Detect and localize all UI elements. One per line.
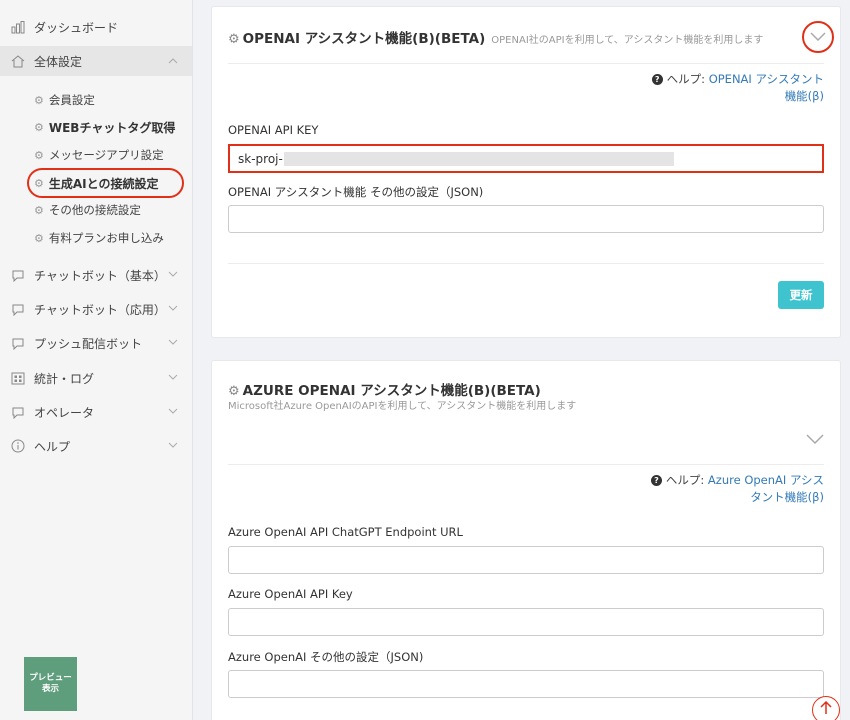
bar-chart-icon (10, 19, 26, 35)
chevron-down-icon (806, 433, 824, 447)
sub-item-message-app[interactable]: ⚙ メッセージアプリ設定 (34, 145, 164, 165)
preview-button[interactable]: プレビュー 表示 (24, 657, 77, 711)
question-icon: ? (651, 74, 663, 85)
gear-icon: ⚙ (228, 32, 240, 47)
help-link-cont[interactable]: タント機能(β) (651, 489, 824, 506)
question-icon: ? (650, 475, 662, 486)
nav-label: ヘルプ (34, 439, 71, 454)
chevron-down-icon (168, 303, 178, 314)
gear-icon: ⚙ (34, 203, 44, 217)
gear-icon: ⚙ (228, 384, 240, 399)
arrow-up-icon (820, 700, 832, 719)
sub-item-web-chat-tag[interactable]: ⚙ WEBチャットタグ取得 (34, 117, 175, 137)
nav-label: プッシュ配信ボット (34, 336, 143, 351)
divider (228, 63, 824, 64)
help-link[interactable]: Azure OpenAI アシス (708, 473, 824, 487)
update-button[interactable]: 更新 (778, 281, 824, 309)
card-header: ⚙ AZURE OPENAI アシスタント機能(B)(BETA) Microso… (228, 379, 818, 415)
azure-api-key-label: Azure OpenAI API Key (228, 587, 353, 601)
card-header: ⚙ OPENAI アシスタント機能(B)(BETA) OPENAI社のAPIを利… (228, 27, 818, 47)
openai-assistant-card: ⚙ OPENAI アシスタント機能(B)(BETA) OPENAI社のAPIを利… (211, 6, 841, 338)
nav-label: 統計・ログ (34, 371, 95, 386)
azure-json-settings-label: Azure OpenAI その他の設定（JSON) (228, 650, 424, 664)
chat-bubble-icon (10, 404, 26, 420)
help-prefix: ヘルプ: (665, 473, 705, 487)
json-settings-input[interactable] (228, 205, 824, 233)
collapse-toggle[interactable] (802, 21, 834, 53)
gear-icon: ⚙ (34, 148, 44, 162)
help-link-cont[interactable]: 機能(β) (652, 88, 824, 105)
highlight-circle (27, 168, 184, 198)
nav-operator[interactable]: オペレータ (0, 397, 192, 427)
gear-icon: ⚙ (34, 231, 44, 245)
sub-item-label: メッセージアプリ設定 (48, 148, 164, 162)
sub-item-label: 有料プランお申し込み (48, 231, 164, 245)
chat-bubble-icon (10, 335, 26, 351)
endpoint-label: Azure OpenAI API ChatGPT Endpoint URL (228, 525, 463, 539)
azure-api-key-input[interactable] (228, 608, 824, 636)
sub-item-label: その他の接続設定 (48, 203, 141, 217)
nav-general-settings-label: 全体設定 (34, 54, 83, 69)
api-key-input[interactable]: sk-proj- (228, 144, 824, 173)
api-key-label: OPENAI API KEY (228, 123, 319, 137)
azure-json-settings-input[interactable] (228, 670, 824, 698)
card-description: OPENAI社のAPIを利用して、アシスタント機能を利用します (491, 35, 764, 46)
help-prefix: ヘルプ: (666, 72, 706, 86)
endpoint-input[interactable] (228, 546, 824, 574)
nav-label: オペレータ (34, 405, 95, 420)
chat-bubble-icon (10, 301, 26, 317)
nav-dashboard-label: ダッシュボード (34, 20, 119, 35)
chevron-up-icon (168, 55, 178, 66)
preview-label-line1: プレビュー (29, 672, 72, 683)
nav-label: チャットボット（基本） (34, 268, 166, 283)
chevron-down-icon (810, 30, 826, 44)
nav-help[interactable]: ヘルプ (0, 431, 192, 461)
help-link-block: ? ヘルプ: Azure OpenAI アシス タント機能(β) (650, 472, 824, 506)
gear-icon: ⚙ (34, 120, 44, 134)
json-settings-label: OPENAI アシスタント機能 その他の設定（JSON) (228, 185, 484, 199)
sidebar: ダッシュボード 全体設定 ⚙ 会員設定 ⚙ WEBチャットタグ取得 ⚙ メッセー… (0, 0, 193, 720)
chevron-down-icon (168, 269, 178, 280)
sub-item-paid-plan[interactable]: ⚙ 有料プランお申し込み (34, 228, 164, 248)
card-title: OPENAI アシスタント機能(B)(BETA) (242, 31, 486, 47)
card-description: Microsoft社Azure OpenAIのAPIを利用して、アシスタント機能… (228, 401, 577, 412)
sub-item-label: WEBチャットタグ取得 (48, 120, 176, 135)
divider (228, 464, 824, 465)
gear-icon: ⚙ (34, 93, 44, 107)
nav-chatbot-advanced[interactable]: チャットボット（応用） (0, 294, 192, 324)
nav-label: チャットボット（応用） (34, 302, 166, 317)
chevron-down-icon (168, 337, 178, 348)
chevron-down-icon (168, 372, 178, 383)
help-link-block: ? ヘルプ: OPENAI アシスタント 機能(β) (651, 71, 824, 105)
sub-item-member-settings[interactable]: ⚙ 会員設定 (34, 90, 95, 110)
chevron-down-icon (168, 440, 178, 451)
nav-stats-log[interactable]: 統計・ログ (0, 363, 192, 393)
sub-item-label: 会員設定 (48, 93, 95, 107)
preview-label-line2: 表示 (41, 684, 59, 694)
nav-dashboard[interactable]: ダッシュボード (0, 12, 192, 42)
masked-secret (283, 151, 674, 166)
nav-chatbot-basic[interactable]: チャットボット（基本） (0, 260, 192, 290)
chat-bubble-icon (10, 267, 26, 283)
help-link[interactable]: OPENAI アシスタント (709, 72, 824, 86)
collapse-toggle[interactable] (806, 433, 824, 447)
chevron-down-icon (168, 406, 178, 417)
grid-icon (10, 370, 26, 386)
sub-item-other-connection[interactable]: ⚙ その他の接続設定 (34, 200, 141, 220)
azure-openai-assistant-card: ⚙ AZURE OPENAI アシスタント機能(B)(BETA) Microso… (211, 360, 841, 720)
info-icon (10, 438, 26, 454)
divider (228, 263, 824, 264)
scroll-to-top-button[interactable] (812, 696, 840, 720)
home-icon (10, 53, 26, 69)
nav-general-settings[interactable]: 全体設定 (0, 46, 192, 76)
nav-push-bot[interactable]: プッシュ配信ボット (0, 328, 192, 358)
api-key-value: sk-proj- (238, 151, 283, 166)
card-title: AZURE OPENAI アシスタント機能(B)(BETA) (242, 383, 541, 399)
